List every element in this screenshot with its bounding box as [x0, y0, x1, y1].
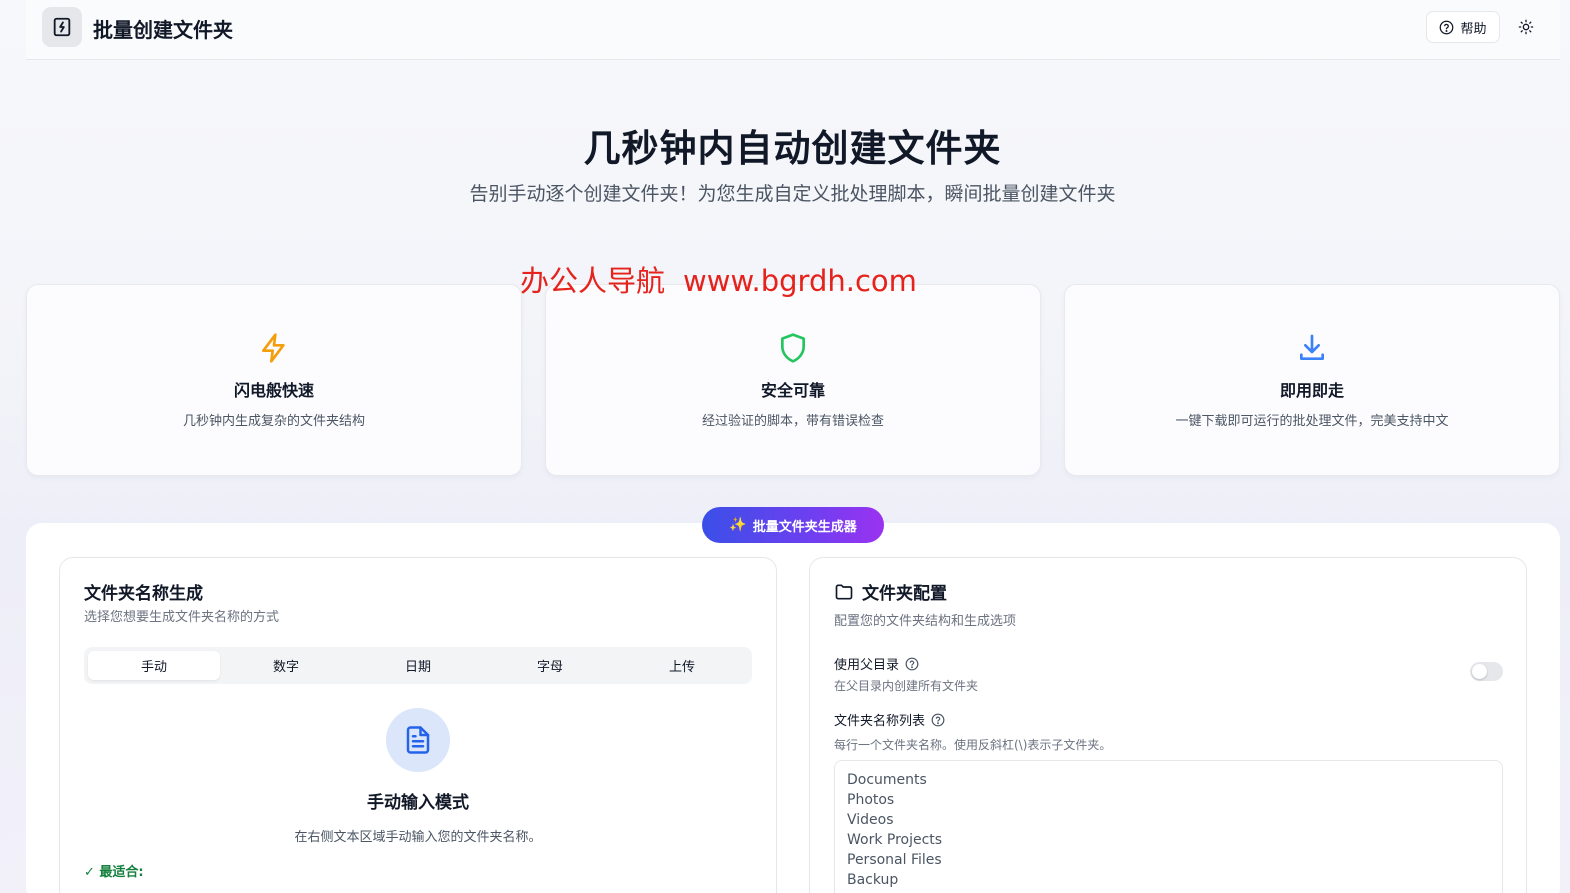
mode-description: 在右侧文本区域手动输入您的文件夹名称。	[294, 830, 542, 845]
sparkles-icon: ✨	[729, 517, 747, 533]
feature-card-secure: 安全可靠 经过验证的脚本，带有错误检查	[545, 284, 1041, 476]
sun-icon	[1518, 19, 1534, 35]
folder-name-line: Backup	[847, 872, 899, 888]
folder-list-label-row: 文件夹名称列表	[834, 710, 945, 729]
card-subtitle: 配置您的文件夹结构和生成选项	[834, 614, 1017, 629]
mode-tabs: 手动 数字 日期 字母 上传	[84, 647, 752, 684]
card-title-row: 文件夹配置	[834, 579, 947, 604]
tab-upload[interactable]: 上传	[616, 651, 748, 680]
help-circle-icon	[1440, 20, 1454, 34]
document-icon	[406, 726, 430, 754]
watermark-cn: 办公人导航	[520, 264, 666, 298]
download-icon	[1300, 334, 1324, 360]
parent-dir-label: 使用父目录	[834, 658, 900, 673]
tab-manual[interactable]: 手动	[88, 651, 220, 680]
folder-name-line: Videos	[847, 812, 894, 828]
folder-name-line: Work Projects	[847, 832, 943, 848]
help-button[interactable]: 帮助	[1426, 11, 1500, 43]
feature-title: 安全可靠	[760, 381, 825, 400]
theme-toggle-button[interactable]	[1514, 15, 1538, 39]
brand-title: 批量创建文件夹	[93, 18, 233, 42]
app-logo[interactable]	[42, 7, 82, 47]
hero-title: 几秒钟内自动创建文件夹	[583, 127, 1002, 170]
best-for-label: ✓ 最适合:	[84, 865, 144, 880]
feature-card-ready: 即用即走 一键下载即可运行的批处理文件，完美支持中文	[1064, 284, 1560, 476]
folder-list-hint: 每行一个文件夹名称。使用反斜杠(\)表示子文件夹。	[834, 738, 1112, 752]
generator-badge-label: 批量文件夹生成器	[752, 519, 857, 535]
feature-card-fast: 闪电般快速 几秒钟内生成复杂的文件夹结构	[26, 284, 522, 476]
folder-icon	[835, 584, 853, 599]
mode-title: 手动输入模式	[367, 793, 469, 813]
feature-title: 即用即走	[1279, 381, 1344, 400]
tab-letter[interactable]: 字母	[484, 651, 616, 680]
watermark: 办公人导航 www.bgrdh.com	[520, 258, 917, 300]
tab-date[interactable]: 日期	[352, 651, 484, 680]
feature-desc: 一键下载即可运行的批处理文件，完美支持中文	[1175, 414, 1449, 429]
hero-subtitle: 告别手动逐个创建文件夹！为您生成自定义批处理脚本，瞬间批量创建文件夹	[469, 183, 1116, 205]
parent-dir-hint: 在父目录内创建所有文件夹	[834, 679, 979, 693]
help-circle-icon[interactable]	[905, 657, 919, 671]
shield-icon	[781, 333, 805, 363]
folder-config-card: 文件夹配置 配置您的文件夹结构和生成选项 使用父目录 在父目录内创建所有文件夹 …	[809, 557, 1527, 893]
watermark-url: www.bgrdh.com	[683, 264, 917, 298]
feature-desc: 经过验证的脚本，带有错误检查	[701, 414, 884, 429]
lightning-icon	[262, 333, 285, 363]
help-label: 帮助	[1460, 21, 1487, 37]
mode-icon-circle	[386, 708, 450, 772]
feature-desc: 几秒钟内生成复杂的文件夹结构	[182, 414, 365, 429]
tab-number[interactable]: 数字	[220, 651, 352, 680]
card-title: 文件夹名称生成	[84, 584, 203, 604]
folder-list-label: 文件夹名称列表	[834, 714, 926, 729]
generator-badge: ✨ 批量文件夹生成器	[702, 507, 884, 543]
help-circle-icon[interactable]	[931, 713, 945, 727]
parent-dir-toggle[interactable]	[1470, 662, 1503, 681]
parent-dir-label-row: 使用父目录	[834, 654, 919, 673]
feature-title: 闪电般快速	[233, 381, 314, 400]
folder-name-line: Documents	[847, 772, 927, 788]
folder-name-line: Personal Files	[847, 852, 942, 868]
name-generation-card: 文件夹名称生成 选择您想要生成文件夹名称的方式 手动 数字 日期 字母 上传 手…	[59, 557, 777, 893]
app-header: 批量创建文件夹 帮助	[26, 0, 1560, 60]
lightning-file-icon	[53, 17, 71, 37]
card-subtitle: 选择您想要生成文件夹名称的方式	[84, 610, 280, 625]
card-title: 文件夹配置	[862, 584, 947, 604]
folder-name-line: Photos	[847, 792, 895, 808]
folder-names-textarea[interactable]: Documents Photos Videos Work Projects Pe…	[834, 760, 1503, 893]
